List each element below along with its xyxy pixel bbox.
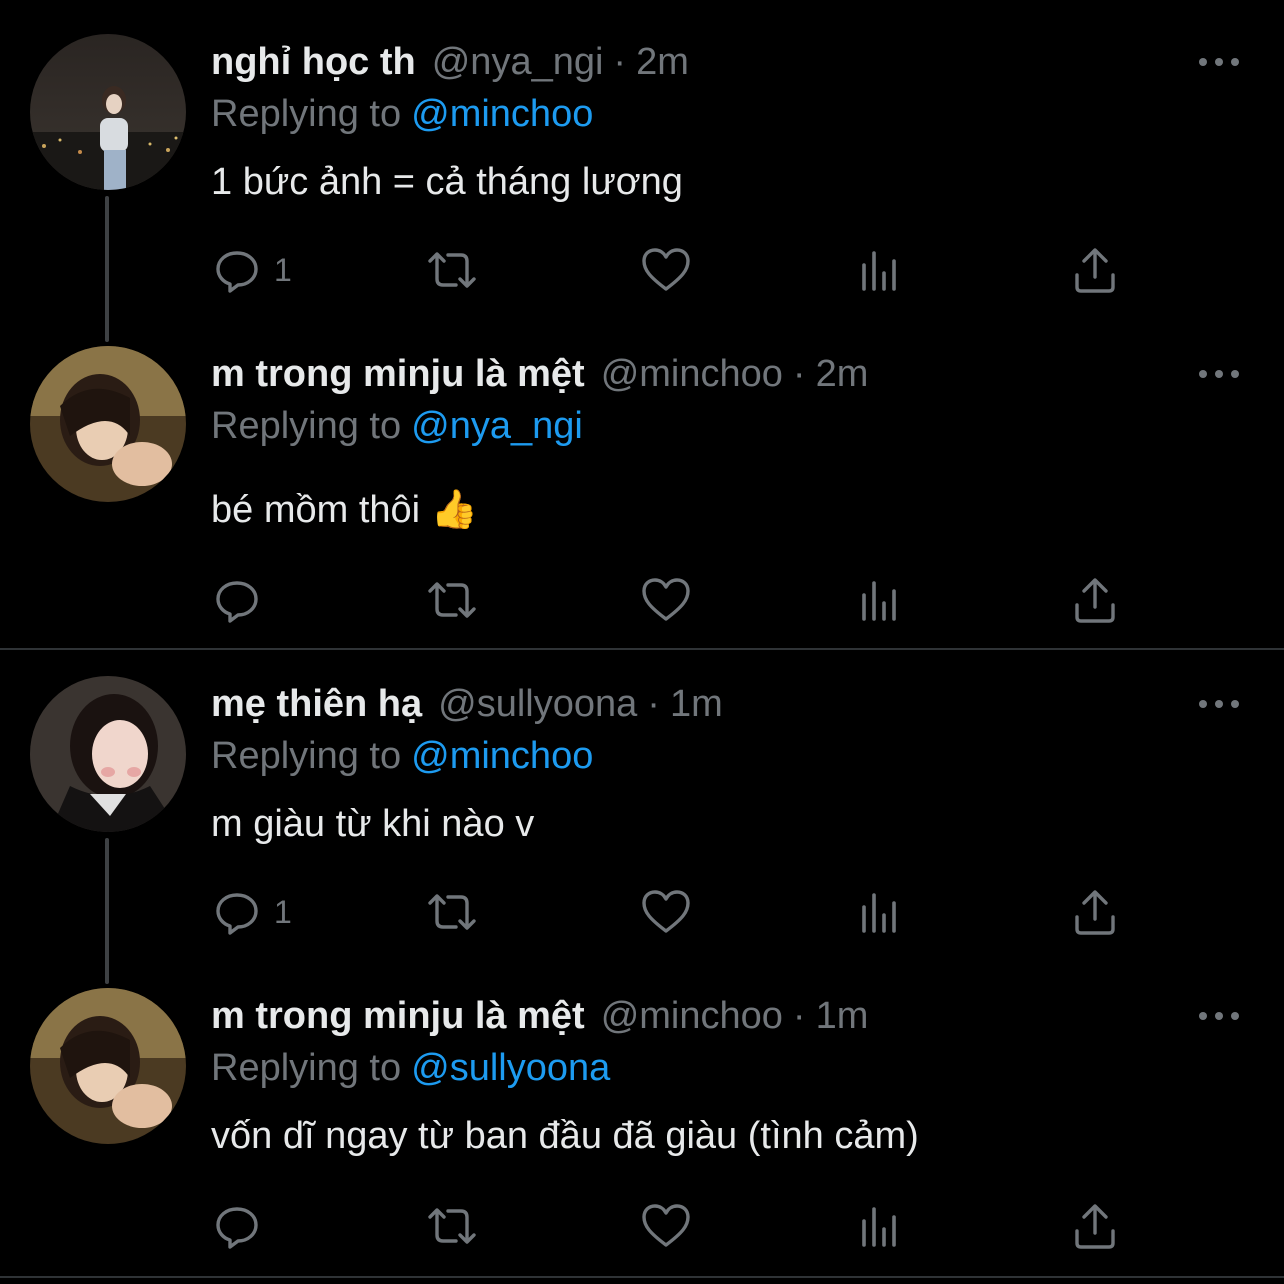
views-button[interactable] <box>858 1198 904 1254</box>
action-bar: 1 <box>0 884 1284 940</box>
retweet-icon <box>424 887 480 937</box>
replying-to: Replying to @minchoo <box>211 90 593 138</box>
replying-label: Replying to <box>211 405 402 447</box>
timestamp[interactable]: 1m <box>816 992 869 1040</box>
tweet-text-line: bé mồm thôi 👍 <box>211 486 478 534</box>
reply-button[interactable]: 1 <box>212 242 292 298</box>
retweet-button[interactable] <box>424 242 480 298</box>
like-icon <box>640 245 692 295</box>
action-bar <box>0 1198 1284 1254</box>
more-icon[interactable] <box>1196 360 1242 388</box>
retweet-icon <box>424 575 480 625</box>
like-button[interactable] <box>640 1198 692 1254</box>
tweet-text: bé mồm thôi <box>211 489 421 531</box>
replying-to: Replying to @nya_ngi <box>211 402 583 450</box>
user-handle[interactable]: @nya_ngi <box>432 38 604 86</box>
share-icon <box>1072 575 1118 625</box>
reply-button[interactable]: 1 <box>212 884 292 940</box>
replying-label: Replying to <box>211 735 402 777</box>
share-button[interactable] <box>1072 242 1118 298</box>
views-button[interactable] <box>858 242 904 298</box>
like-button[interactable] <box>640 572 692 628</box>
timestamp[interactable]: 2m <box>636 38 689 86</box>
thumbs-up-emoji: 👍 <box>430 489 478 531</box>
retweet-button[interactable] <box>424 572 480 628</box>
tweet-header: nghỉ học th @nya_ngi · 2m <box>211 38 689 86</box>
user-handle[interactable]: @sullyoona <box>438 680 637 728</box>
reply-icon <box>212 1201 262 1251</box>
like-icon <box>640 575 692 625</box>
separator-dot: · <box>647 683 660 725</box>
share-icon <box>1072 887 1118 937</box>
views-button[interactable] <box>858 884 904 940</box>
like-icon <box>640 1201 692 1251</box>
replying-label: Replying to <box>211 93 402 135</box>
reply-icon <box>212 887 262 937</box>
share-button[interactable] <box>1072 884 1118 940</box>
display-name[interactable]: mẹ thiên hạ <box>211 680 422 728</box>
share-icon <box>1072 1201 1118 1251</box>
tweet[interactable]: m trong minju là mệt @minchoo · 2m Reply… <box>0 312 1284 650</box>
views-icon <box>858 245 904 295</box>
retweet-button[interactable] <box>424 884 480 940</box>
reply-icon <box>212 245 262 295</box>
tweet-header: m trong minju là mệt @minchoo · 2m <box>211 350 868 398</box>
avatar[interactable] <box>30 34 186 190</box>
display-name[interactable]: m trong minju là mệt <box>211 992 585 1040</box>
more-icon[interactable] <box>1196 690 1242 718</box>
reply-icon <box>212 575 262 625</box>
action-bar: 1 <box>0 242 1284 298</box>
user-handle[interactable]: @minchoo <box>601 992 783 1040</box>
more-icon[interactable] <box>1196 1002 1242 1030</box>
views-icon <box>858 887 904 937</box>
retweet-icon <box>424 245 480 295</box>
separator-dot: · <box>792 995 806 1037</box>
tweet-header: m trong minju là mệt @minchoo · 1m <box>211 992 868 1040</box>
avatar[interactable] <box>30 676 186 832</box>
replying-label: Replying to <box>211 1047 402 1089</box>
mention-link[interactable]: @nya_ngi <box>411 405 583 447</box>
replying-to: Replying to @sullyoona <box>211 1044 610 1092</box>
tweet-text: vốn dĩ ngay từ ban đầu đã giàu (tình cảm… <box>211 1115 919 1157</box>
share-icon <box>1072 245 1118 295</box>
separator-dot: · <box>613 41 627 83</box>
views-button[interactable] <box>858 572 904 628</box>
reply-count: 1 <box>274 251 292 288</box>
avatar[interactable] <box>30 346 186 502</box>
tweet[interactable]: m trong minju là mệt @minchoo · 1m Reply… <box>0 954 1284 1276</box>
bottom-separator <box>0 1276 1284 1278</box>
like-button[interactable] <box>640 884 692 940</box>
views-icon <box>858 575 904 625</box>
share-button[interactable] <box>1072 572 1118 628</box>
like-button[interactable] <box>640 242 692 298</box>
replying-to: Replying to @minchoo <box>211 732 593 780</box>
display-name[interactable]: nghỉ học th <box>211 38 416 86</box>
display-name[interactable]: m trong minju là mệt <box>211 350 585 398</box>
separator-dot: · <box>792 353 806 395</box>
tweet-text: 1 bức ảnh = cả tháng lương <box>211 161 683 203</box>
timestamp[interactable]: 2m <box>816 350 869 398</box>
timestamp[interactable]: 1m <box>670 680 723 728</box>
retweet-button[interactable] <box>424 1198 480 1254</box>
reply-button[interactable] <box>212 1198 274 1254</box>
retweet-icon <box>424 1201 480 1251</box>
tweet[interactable]: mẹ thiên hạ @sullyoona · 1m Replying to @… <box>0 642 1284 984</box>
more-icon[interactable] <box>1196 48 1242 76</box>
mention-link[interactable]: @sullyoona <box>411 1047 610 1089</box>
views-icon <box>858 1201 904 1251</box>
mention-link[interactable]: @minchoo <box>411 735 593 777</box>
tweet-text: m giàu từ khi nào v <box>211 803 535 845</box>
tweet-header: mẹ thiên hạ @sullyoona · 1m <box>211 680 723 728</box>
mention-link[interactable]: @minchoo <box>411 93 593 135</box>
like-icon <box>640 887 692 937</box>
tweet[interactable]: nghỉ học th @nya_ngi · 2m Replying to @mi… <box>0 0 1284 342</box>
avatar[interactable] <box>30 988 186 1144</box>
reply-button[interactable] <box>212 572 274 628</box>
share-button[interactable] <box>1072 1198 1118 1254</box>
user-handle[interactable]: @minchoo <box>601 350 783 398</box>
reply-count: 1 <box>274 893 292 930</box>
action-bar <box>0 572 1284 628</box>
